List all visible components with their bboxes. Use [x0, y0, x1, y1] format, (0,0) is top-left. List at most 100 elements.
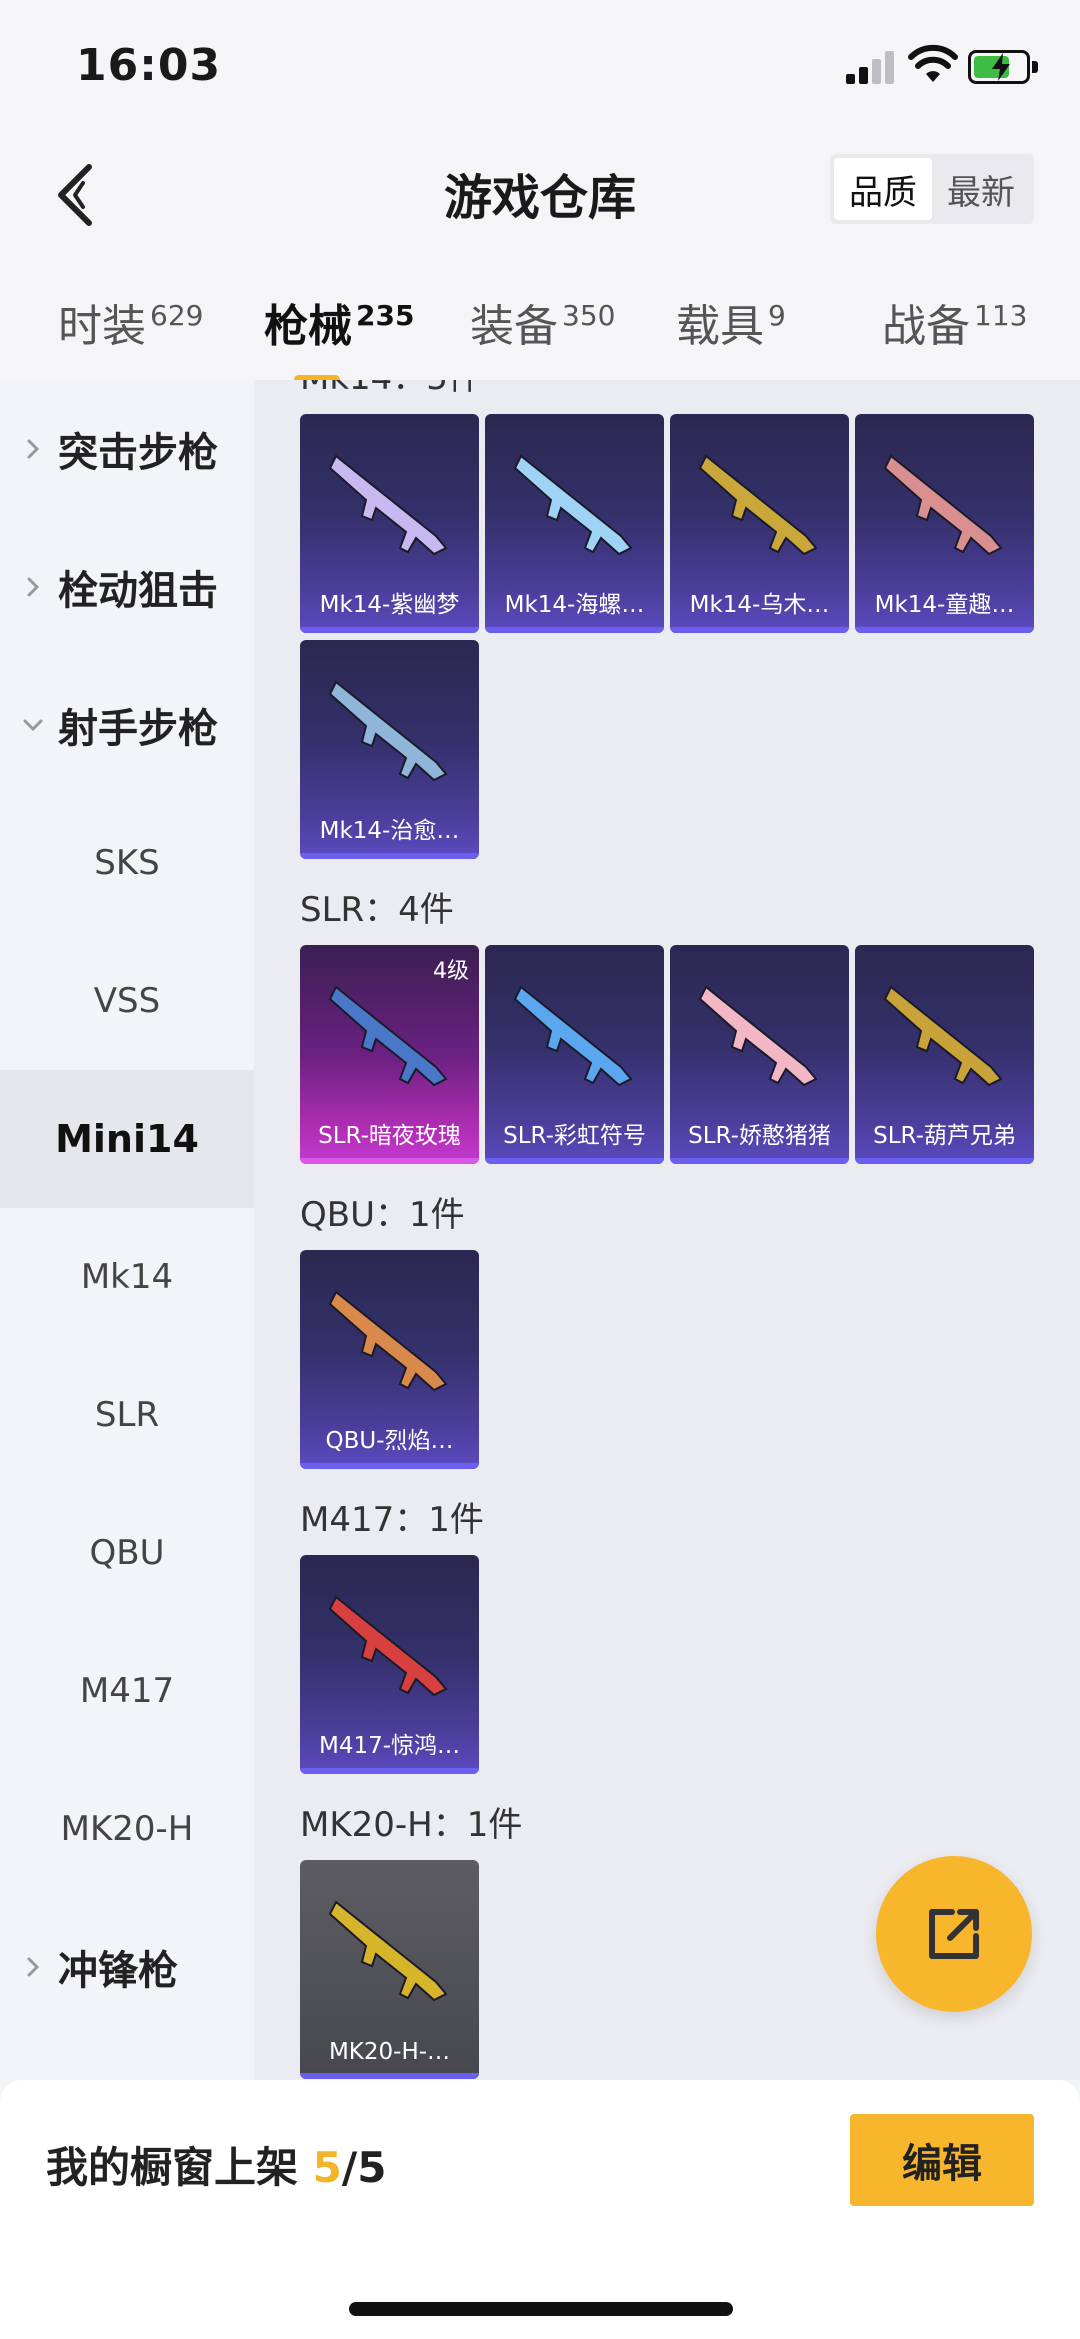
rarity-bar [670, 1158, 849, 1164]
rifle-icon [698, 985, 818, 1087]
weapon-card[interactable]: MK20-H-… [300, 1860, 479, 2079]
status-time: 16:03 [76, 40, 222, 91]
weapon-name: Mk14-乌木… [689, 592, 830, 618]
sidebar-item-slr[interactable]: SLR [0, 1346, 254, 1484]
weapon-card[interactable]: Mk14-童趣… [855, 414, 1034, 633]
weapon-name: Mk14-紫幽梦 [319, 592, 460, 618]
tab-supplies[interactable]: 战备 113 [882, 290, 1027, 354]
chevron-down-icon [23, 719, 43, 732]
sidebar-item-mk20h[interactable]: MK20-H [0, 1760, 254, 1898]
rarity-bar [300, 1463, 479, 1469]
sidebar-item-m417[interactable]: M417 [0, 1622, 254, 1760]
group-title-mk14: Mk14：5件 [300, 380, 482, 399]
weapon-card[interactable]: QBU-烈焰… [300, 1250, 479, 1469]
sidebar-group-marksman-rifles[interactable]: 射手步枪 [0, 656, 254, 794]
wifi-icon [908, 44, 958, 82]
rarity-bar [485, 1158, 664, 1164]
showcase-total: /5 [341, 2143, 387, 2192]
rarity-bar [300, 2073, 479, 2079]
weapon-card[interactable]: SLR-娇憨猪猪 [670, 945, 849, 1164]
chevron-right-icon [27, 439, 40, 459]
sidebar-item-vss[interactable]: VSS [0, 932, 254, 1070]
sidebar-item-mini14[interactable]: Mini14 [0, 1070, 254, 1208]
tab-count: 629 [150, 299, 204, 332]
rarity-bar [300, 853, 479, 859]
edit-button[interactable]: 编辑 [850, 2114, 1034, 2206]
sort-quality-option[interactable]: 品质 [834, 158, 932, 220]
rifle-icon [328, 985, 448, 1087]
tab-label: 战备 [882, 301, 970, 352]
rarity-bar [300, 1768, 479, 1774]
sidebar-item-sks[interactable]: SKS [0, 794, 254, 932]
tab-count: 235 [356, 299, 415, 332]
weapon-grid[interactable]: Mk14：5件 Mk14-紫幽梦 Mk14-海螺… Mk14-乌木… Mk14-… [254, 380, 1080, 2080]
group-title-qbu: QBU：1件 [300, 1195, 465, 1235]
rarity-bar [855, 627, 1034, 633]
tab-count: 350 [562, 299, 616, 332]
tab-label: 枪械 [264, 301, 352, 352]
weapon-card[interactable]: SLR-葫芦兄弟 [855, 945, 1034, 1164]
rarity-bar [670, 627, 849, 633]
sidebar-item-mk14[interactable]: Mk14 [0, 1208, 254, 1346]
cellular-signal-icon [846, 50, 898, 84]
chevron-right-icon [27, 1957, 40, 1977]
group-title-mk20h: MK20-H：1件 [300, 1805, 523, 1845]
rarity-bar [300, 627, 479, 633]
group-title-m417: M417：1件 [300, 1500, 484, 1540]
weapon-name: Mk14-海螺… [504, 592, 645, 618]
weapon-card[interactable]: SLR-彩虹符号 [485, 945, 664, 1164]
rifle-icon [328, 1290, 448, 1392]
status-bar: 16:03 [0, 0, 1080, 130]
showcase-panel: 我的橱窗上架 5/5 编辑 [0, 2080, 1080, 2339]
rifle-icon [513, 985, 633, 1087]
rifle-icon [328, 1595, 448, 1697]
weapon-name: MK20-H-… [328, 2039, 451, 2065]
share-icon [929, 1909, 979, 1959]
showcase-count: 5 [312, 2143, 342, 2192]
tab-vehicles[interactable]: 载具 9 [676, 290, 786, 354]
tab-firearms[interactable]: 枪械 235 [264, 290, 415, 384]
chevron-right-icon [27, 577, 40, 597]
weapon-name: Mk14-治愈… [319, 818, 460, 844]
tab-label: 载具 [676, 301, 764, 352]
weapon-card[interactable]: M417-惊鸿… [300, 1555, 479, 1774]
tab-fashion[interactable]: 时装 629 [58, 290, 203, 354]
rifle-icon [883, 454, 1003, 556]
rifle-icon [328, 680, 448, 782]
showcase-label: 我的橱窗上架 [46, 2143, 299, 2192]
tab-label: 时装 [58, 301, 146, 352]
weapon-name: SLR-彩虹符号 [503, 1123, 646, 1149]
rarity-bar [855, 1158, 1034, 1164]
sidebar-item-qbu[interactable]: QBU [0, 1484, 254, 1622]
rifle-icon [328, 454, 448, 556]
weapon-card[interactable]: Mk14-海螺… [485, 414, 664, 633]
sidebar-group-smgs[interactable]: 冲锋枪 [0, 1898, 254, 2036]
weapon-name: SLR-葫芦兄弟 [873, 1123, 1016, 1149]
home-indicator[interactable] [349, 2302, 733, 2316]
weapon-card[interactable]: 4级 SLR-暗夜玫瑰 [300, 945, 479, 1164]
header: 游戏仓库 品质 最新 [0, 130, 1080, 260]
rifle-icon [513, 454, 633, 556]
weapon-name: Mk14-童趣… [874, 592, 1015, 618]
weapon-type-sidebar: 突击步枪 栓动狙击 射手步枪 SKS VSS Mini14 Mk14 SLR Q… [0, 380, 254, 2080]
sidebar-item-label: 射手步枪 [58, 706, 218, 752]
tab-count: 9 [768, 299, 786, 332]
weapon-card[interactable]: Mk14-紫幽梦 [300, 414, 479, 633]
category-tabs: 时装 629 枪械 235 装备 350 载具 9 战备 113 [0, 260, 1080, 384]
weapon-name: M417-惊鸿… [318, 1733, 461, 1759]
tab-count: 113 [974, 299, 1028, 332]
group-title-slr: SLR：4件 [300, 890, 454, 930]
sidebar-group-assault-rifles[interactable]: 突击步枪 [0, 380, 254, 518]
weapon-card[interactable]: Mk14-治愈… [300, 640, 479, 859]
sidebar-item-label: 突击步枪 [58, 430, 218, 476]
tab-equipment[interactable]: 装备 350 [470, 290, 615, 354]
share-button[interactable] [876, 1856, 1032, 2012]
tab-label: 装备 [470, 301, 558, 352]
sidebar-group-bolt-snipers[interactable]: 栓动狙击 [0, 518, 254, 656]
showcase-status: 我的橱窗上架 5/5 [46, 2134, 386, 2195]
sort-newest-option[interactable]: 最新 [932, 158, 1030, 220]
rifle-icon [328, 1900, 448, 2002]
weapon-card[interactable]: Mk14-乌木… [670, 414, 849, 633]
sidebar-item-label: 栓动狙击 [58, 568, 218, 614]
weapon-name: SLR-暗夜玫瑰 [318, 1123, 461, 1149]
